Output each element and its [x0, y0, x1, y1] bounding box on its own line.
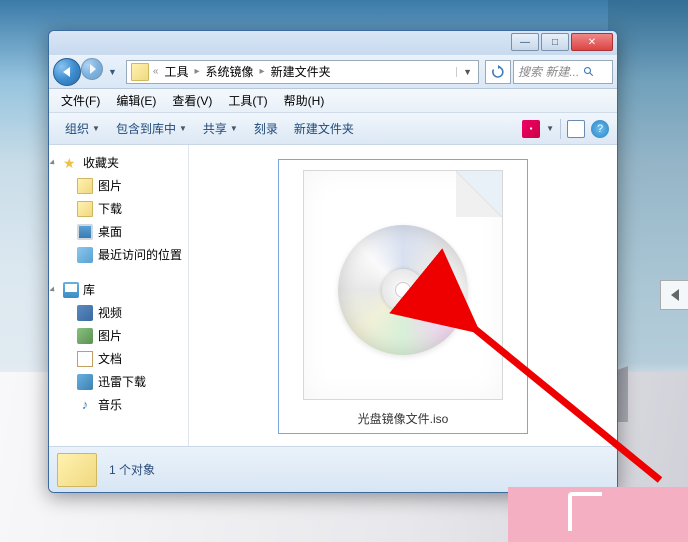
sidebar-item-desktop[interactable]: 桌面	[49, 220, 188, 243]
organize-button[interactable]: 组织▼	[57, 116, 108, 141]
sidebar-item-documents[interactable]: 文档	[49, 347, 188, 370]
search-placeholder: 搜索 新建...	[518, 63, 579, 80]
address-dropdown-icon[interactable]: ▼	[456, 67, 478, 77]
sidebar-item-pictures[interactable]: 图片	[49, 174, 188, 197]
breadcrumb-separator-icon: «	[153, 66, 159, 77]
refresh-icon	[491, 65, 505, 79]
file-item[interactable]: 光盘镜像文件.iso	[278, 159, 528, 434]
menu-file[interactable]: 文件(F)	[53, 89, 108, 112]
minimize-button[interactable]: —	[511, 33, 539, 51]
file-name-label: 光盘镜像文件.iso	[358, 410, 449, 427]
favorites-header[interactable]: ★收藏夹	[49, 151, 188, 174]
refresh-button[interactable]	[485, 60, 511, 84]
toolbar-separator	[560, 119, 561, 139]
picture-icon	[77, 328, 93, 344]
download-icon	[77, 374, 93, 390]
folder-icon	[57, 453, 97, 487]
next-wallpaper-button[interactable]	[660, 280, 688, 310]
sidebar-item-pictures-lib[interactable]: 图片	[49, 324, 188, 347]
disc-icon	[338, 225, 468, 355]
toolbar: 组织▼ 包含到库中▼ 共享▼ 刻录 新建文件夹 ▪ ▼ ?	[49, 113, 617, 145]
folder-icon	[77, 201, 93, 217]
recent-icon	[77, 247, 93, 263]
chevron-down-icon: ▼	[230, 124, 238, 133]
view-options-button[interactable]: ▪	[522, 120, 540, 138]
help-button[interactable]: ?	[591, 120, 609, 138]
sidebar-item-music[interactable]: ♪音乐	[49, 393, 188, 416]
address-bar[interactable]: « 工具 ▸ 系统镜像 ▸ 新建文件夹 ▼	[126, 60, 479, 84]
history-dropdown-icon[interactable]: ▼	[105, 67, 120, 77]
search-input[interactable]: 搜索 新建...	[513, 60, 613, 84]
back-button[interactable]	[53, 58, 81, 86]
folder-icon	[131, 63, 149, 81]
status-bar: 1 个对象	[49, 446, 617, 492]
chevron-right-icon[interactable]: ▸	[260, 66, 265, 77]
document-icon	[77, 351, 93, 367]
navigation-pane: ★收藏夹 图片 下载 桌面 最近访问的位置 库 视频 图片 文档 迅雷下载 ♪音…	[49, 145, 189, 446]
include-in-library-button[interactable]: 包含到库中▼	[108, 116, 195, 141]
window-body: ★收藏夹 图片 下载 桌面 最近访问的位置 库 视频 图片 文档 迅雷下载 ♪音…	[49, 145, 617, 446]
watermark-overlay	[508, 487, 688, 542]
sidebar-item-thunder[interactable]: 迅雷下载	[49, 370, 188, 393]
file-list-pane[interactable]: 光盘镜像文件.iso	[189, 145, 617, 446]
star-icon: ★	[63, 155, 79, 171]
chevron-down-icon[interactable]: ▼	[546, 124, 554, 133]
chevron-right-icon[interactable]: ▸	[195, 66, 200, 77]
navigation-bar: ▼ « 工具 ▸ 系统镜像 ▸ 新建文件夹 ▼ 搜索 新建...	[49, 55, 617, 89]
library-icon	[63, 282, 79, 298]
sidebar-item-recent[interactable]: 最近访问的位置	[49, 243, 188, 266]
close-button[interactable]: ✕	[571, 33, 613, 51]
new-folder-button[interactable]: 新建文件夹	[286, 116, 362, 141]
menu-tools[interactable]: 工具(T)	[220, 89, 275, 112]
chevron-down-icon: ▼	[179, 124, 187, 133]
search-icon	[583, 66, 595, 78]
file-thumbnail	[303, 170, 503, 400]
share-button[interactable]: 共享▼	[195, 116, 246, 141]
breadcrumb-item[interactable]: 系统镜像	[202, 63, 258, 80]
video-icon	[77, 305, 93, 321]
burn-button[interactable]: 刻录	[246, 116, 286, 141]
preview-pane-button[interactable]	[567, 120, 585, 138]
menu-bar: 文件(F) 编辑(E) 查看(V) 工具(T) 帮助(H)	[49, 89, 617, 113]
menu-help[interactable]: 帮助(H)	[276, 89, 333, 112]
sidebar-item-videos[interactable]: 视频	[49, 301, 188, 324]
titlebar[interactable]: — □ ✕	[49, 31, 617, 55]
maximize-button[interactable]: □	[541, 33, 569, 51]
libraries-header[interactable]: 库	[49, 278, 188, 301]
explorer-window: — □ ✕ ▼ « 工具 ▸ 系统镜像 ▸ 新建文件夹 ▼ 搜索 新建...	[48, 30, 618, 493]
folder-icon	[77, 178, 93, 194]
music-icon: ♪	[77, 397, 93, 413]
item-count-label: 1 个对象	[109, 461, 155, 478]
menu-edit[interactable]: 编辑(E)	[108, 89, 164, 112]
sidebar-item-downloads[interactable]: 下载	[49, 197, 188, 220]
breadcrumb-item[interactable]: 工具	[160, 63, 192, 80]
forward-button[interactable]	[81, 58, 103, 80]
chevron-down-icon: ▼	[92, 124, 100, 133]
menu-view[interactable]: 查看(V)	[164, 89, 220, 112]
breadcrumb: « 工具 ▸ 系统镜像 ▸ 新建文件夹	[153, 63, 456, 80]
monitor-icon	[77, 224, 93, 240]
breadcrumb-item[interactable]: 新建文件夹	[267, 63, 335, 80]
